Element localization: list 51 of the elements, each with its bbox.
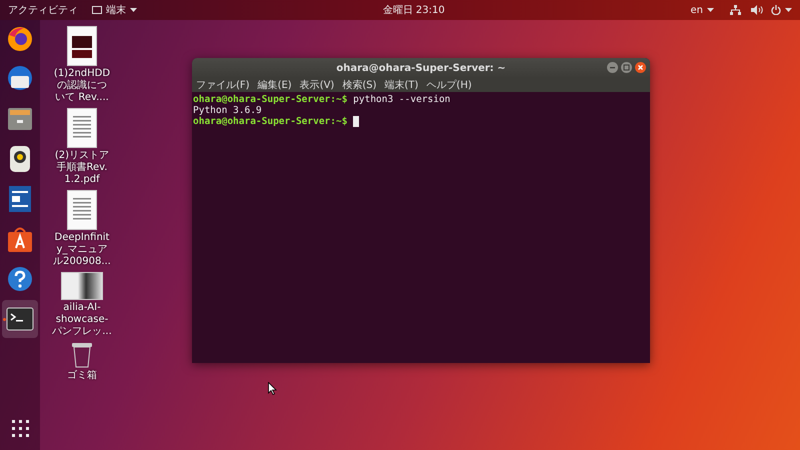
file-name[interactable]: ル200908...	[53, 256, 111, 268]
file-name[interactable]: showcase-	[56, 314, 108, 326]
input-method-menu[interactable]: en	[690, 4, 714, 16]
speaker-icon	[9, 145, 31, 173]
menu-item[interactable]: ファイル(F)	[196, 78, 250, 92]
window-icon	[92, 6, 102, 14]
menu-item[interactable]: 端末(T)	[384, 78, 418, 92]
file-name[interactable]: (2)リストア	[54, 150, 110, 162]
power-icon[interactable]	[771, 5, 781, 15]
mouse-pointer-icon	[268, 382, 277, 395]
dock-item[interactable]	[2, 300, 38, 338]
document-thumbnail	[67, 190, 97, 230]
close-button[interactable]	[635, 62, 646, 73]
file-name[interactable]: 手順書Rev.	[56, 162, 108, 174]
volume-icon[interactable]	[751, 5, 763, 15]
file-name[interactable]: パンフレッ...	[52, 326, 112, 338]
caret-icon	[707, 8, 714, 12]
shell-prompt: ohara@ohara-Super-Server:~$	[193, 116, 348, 127]
file-name[interactable]: の認識につ	[56, 80, 107, 92]
question-mark-icon	[7, 266, 33, 292]
menu-item[interactable]: 表示(V)	[300, 78, 334, 92]
menu-item[interactable]: ヘルプ(H)	[426, 78, 472, 92]
file-name[interactable]: いて Rev....	[55, 92, 109, 104]
document-thumbnail	[66, 108, 97, 148]
terminal-icon	[6, 307, 34, 331]
activities-button[interactable]: アクティビティ	[8, 3, 78, 17]
file-name[interactable]: DeepInfinit	[54, 232, 110, 244]
file-name[interactable]: 1.2.pdf	[64, 174, 100, 186]
document-icon	[8, 185, 32, 213]
shopping-bag-icon	[7, 225, 33, 253]
file-name[interactable]: y_マニュア	[56, 244, 108, 256]
trash-can-icon	[71, 342, 93, 368]
file-name[interactable]: (1)2ndHDD	[54, 68, 110, 80]
file-name[interactable]: ailia-AI-	[63, 302, 101, 314]
command-text: python3 --version	[352, 94, 450, 105]
menu-item[interactable]: 検索(S)	[342, 78, 376, 92]
app-menu[interactable]: 端末	[92, 3, 137, 17]
menu-item[interactable]: 編集(E)	[258, 78, 292, 92]
photo-placeholder	[60, 272, 103, 300]
file-name[interactable]: ゴミ箱	[67, 370, 97, 382]
document-thumbnail	[66, 26, 97, 66]
window-title: ohara@ohara-Super-Server: ~	[336, 62, 506, 74]
clock[interactable]: 金曜日 23:10	[382, 3, 445, 17]
output-text: Python 3.6.9	[193, 105, 262, 116]
app-grid-icon[interactable]	[10, 418, 30, 438]
caret-icon	[785, 8, 792, 12]
shell-prompt: ohara@ohara-Super-Server:~$	[193, 94, 348, 105]
caret-icon	[130, 8, 137, 12]
minimize-button[interactable]	[607, 62, 618, 73]
network-icon[interactable]	[730, 5, 741, 15]
file-cabinet-icon	[7, 106, 33, 132]
